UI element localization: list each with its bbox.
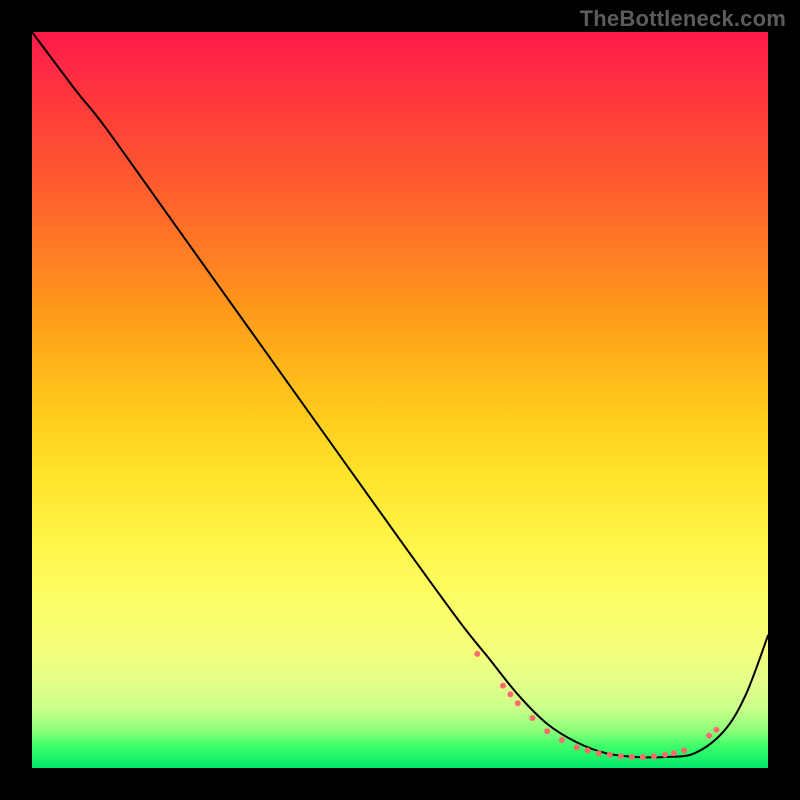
chart-svg bbox=[32, 32, 768, 768]
marker-dot bbox=[706, 733, 712, 739]
watermark-text: TheBottleneck.com bbox=[580, 6, 786, 32]
marker-dot bbox=[671, 750, 677, 756]
marker-dot bbox=[474, 651, 480, 657]
chart-frame: TheBottleneck.com bbox=[0, 0, 800, 800]
marker-dot bbox=[515, 700, 521, 706]
marker-dot bbox=[713, 727, 719, 733]
main-curve bbox=[32, 32, 768, 757]
marker-dot bbox=[596, 750, 602, 756]
marker-dot bbox=[574, 744, 580, 750]
marker-dot bbox=[559, 737, 565, 743]
marker-dot bbox=[681, 747, 687, 753]
marker-dot bbox=[607, 752, 613, 758]
marker-dot bbox=[507, 691, 513, 697]
marker-dot bbox=[585, 747, 591, 753]
marker-dot bbox=[529, 715, 535, 721]
marker-dot bbox=[651, 753, 657, 759]
plot-area bbox=[32, 32, 768, 768]
marker-dot bbox=[629, 754, 635, 760]
marker-dot bbox=[662, 752, 668, 758]
valley-markers bbox=[474, 651, 719, 760]
marker-dot bbox=[544, 728, 550, 734]
marker-dot bbox=[618, 753, 624, 759]
marker-dot bbox=[500, 683, 506, 689]
marker-dot bbox=[640, 754, 646, 760]
